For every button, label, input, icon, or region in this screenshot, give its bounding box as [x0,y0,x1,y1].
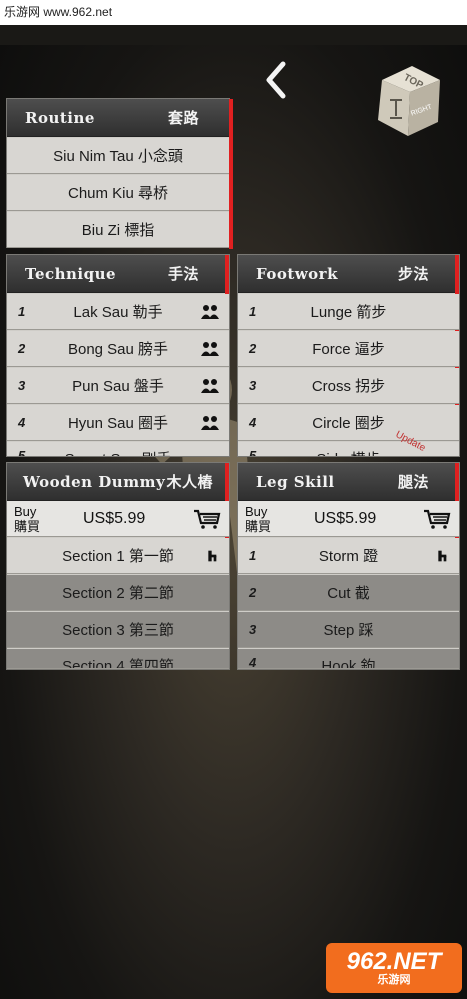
buy-label-zh: 購買 [245,519,272,534]
routine-title-en: Routine [25,108,95,127]
watermark-logo: 962.NET 乐游网 [326,943,462,993]
two-people-icon [201,342,219,356]
item-label: Step 踩 [323,622,374,639]
routine-item[interactable]: Siu Nim Tau 小念頭 [7,138,229,174]
buy-label-en: Buy [14,504,37,519]
footwork-item[interactable]: 2 Force 逼步 [238,331,459,367]
item-label: Section 4 第四節 [62,658,174,669]
item-number: 4 [18,415,26,430]
footwork-title-en: Footwork [256,264,338,283]
item-label: Hook 鉤 [321,658,376,669]
technique-item[interactable]: 4 Hyun Sau 圈手 [7,405,229,441]
top-band [0,25,467,45]
watermark-sub: 乐游网 [377,974,411,986]
cart-icon [424,509,451,529]
chevron-left-icon [266,61,286,99]
item-number: 1 [249,548,257,563]
dummy-section-item[interactable]: Section 3 第三節 [7,612,229,648]
item-number: 2 [249,585,257,600]
item-label: Lak Sau 勒手 [73,304,163,321]
technique-title-en: Technique [25,264,117,283]
leg-skill-title: Leg Skill 腿法 [238,463,459,501]
item-number: 3 [249,378,257,393]
dummy-section-item[interactable]: Section 1 第一節 [7,538,229,574]
dummy-section-item[interactable]: Section 4 第四節 [7,649,229,669]
routine-title: Routine 套路 [7,99,229,137]
wooden-dummy-title-en: Wooden Dummy [23,472,166,491]
footwork-panel: Footwork 步法 1 Lunge 箭步 2 Force 逼步 3 Cros… [237,254,460,457]
leg-skill-title-zh: 腿法 [397,473,429,491]
footwork-item[interactable]: 1 Lunge 箭步 [238,294,459,330]
dice-icon[interactable]: TOP RIGHT [372,62,444,140]
routine-item-label: Biu Zi 標指 [81,222,155,239]
item-label: Side 横步 [278,448,419,456]
wooden-dummy-title: Wooden Dummy 木人樁 [7,463,229,501]
price: US$5.99 [314,510,377,527]
item-label: Section 1 第一節 [62,548,174,565]
item-label: Storm 蹬 [318,548,379,565]
leg-skill-item[interactable]: 1 Storm 蹬 [238,538,459,574]
item-label: Force 逼步 [312,341,385,358]
leg-skill-item[interactable]: 4 Hook 鉤 [238,649,459,669]
item-label: Pun Sau 盤手 [72,378,164,395]
item-number: 3 [249,622,257,637]
footwork-item[interactable]: 3 Cross 拐步 [238,368,459,404]
routine-panel: Routine 套路 Siu Nim Tau 小念頭 Chum Kiu 尋桥 B… [6,98,233,249]
technique-item[interactable]: 2 Bong Sau 膀手 [7,331,229,367]
leg-skill-panel: Leg Skill 腿法 Buy 購買 US$5.99 1 Storm 蹬 2 C… [237,462,460,670]
cart-icon [194,509,221,529]
footwork-title: Footwork 步法 [238,255,459,293]
leg-skill-item[interactable]: 2 Cut 截 [238,575,459,611]
item-number: 2 [249,341,257,356]
item-number: 3 [18,378,26,393]
item-label: Hyun Sau 圈手 [67,415,169,432]
item-label: Bong Sau 膀手 [67,341,169,358]
two-people-icon [201,305,219,319]
watermark-brand: 962.NET [346,948,442,975]
item-number: 5 [249,448,257,457]
two-people-icon [201,416,219,430]
item-number: 1 [249,304,257,319]
item-number: 4 [249,415,257,430]
wooden-dummy-panel: Wooden Dummy 木人樁 Buy 購買 US$5.99 Section 1… [6,462,230,670]
item-label: Cross 拐步 [311,378,386,395]
leg-skill-item[interactable]: 3 Step 踩 [238,612,459,648]
buy-label-en: Buy [245,504,268,519]
routine-item[interactable]: Chum Kiu 尋桥 [7,175,229,211]
item-label: Lunge 箭步 [310,304,387,321]
item-label: Section 2 第二節 [62,585,174,602]
item-number: 1 [18,304,26,319]
technique-title-zh: 手法 [167,265,199,283]
buy-button[interactable]: Buy 購買 US$5.99 [238,501,459,537]
two-people-icon [201,379,219,393]
item-number: 5 [18,448,26,457]
scroll-indicator [229,99,233,249]
routine-item[interactable]: Biu Zi 標指 [7,212,229,248]
footwork-title-zh: 步法 [397,265,429,283]
watermark-top: 乐游网 www.962.net [0,0,467,25]
technique-panel: Technique 手法 1 Lak Sau 勒手 2 Bong Sau 膀手 … [6,254,230,457]
wooden-dummy-title-zh: 木人樁 [166,473,213,491]
routine-item-label: Siu Nim Tau 小念頭 [53,148,183,165]
back-button[interactable] [258,58,294,102]
technique-title: Technique 手法 [7,255,229,293]
routine-title-zh: 套路 [167,109,199,127]
item-number: 2 [18,341,26,356]
technique-item[interactable]: 3 Pun Sau 盤手 [7,368,229,404]
buy-button[interactable]: Buy 購買 US$5.99 [7,501,229,537]
item-label: Section 3 第三節 [62,622,174,639]
item-label: Sweet Sau 刷手 [47,448,189,456]
dummy-section-item[interactable]: Section 2 第二節 [7,575,229,611]
single-person-icon [438,550,447,562]
buy-label-zh: 購買 [14,519,41,534]
technique-item[interactable]: 5 Sweet Sau 刷手 [7,442,229,457]
item-label: Cut 截 [327,585,370,602]
technique-item[interactable]: 1 Lak Sau 勒手 [7,294,229,330]
item-number: 4 [249,655,257,669]
leg-skill-title-en: Leg Skill [256,472,335,491]
single-person-icon [208,550,217,562]
price: US$5.99 [83,510,146,527]
footwork-item[interactable]: 4 Circle 圈步 [238,405,459,441]
routine-item-label: Chum Kiu 尋桥 [67,185,169,202]
